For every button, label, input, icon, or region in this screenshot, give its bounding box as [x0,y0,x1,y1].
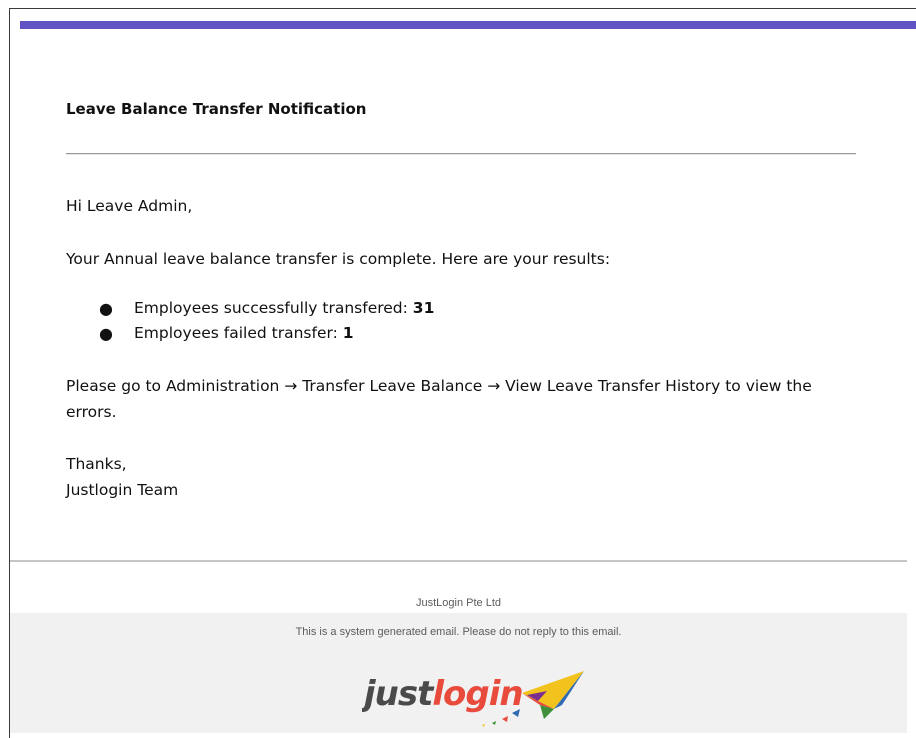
result-label: Employees failed transfer: [134,324,343,342]
signature-text: Justlogin Team [66,481,179,499]
logo-text-login: login [432,674,522,714]
results-list: ● Employees successfully transfered: 31 … [66,296,434,346]
list-item: ● Employees failed transfer: 1 [66,321,434,346]
result-value: 1 [342,324,354,342]
footer-note: This is a system generated email. Please… [295,626,622,638]
result-value: 31 [412,299,435,317]
greeting-text: Hi Leave Admin, [66,197,193,215]
footer-divider [10,560,907,562]
bullet-icon: ● [99,299,113,318]
list-item: ● Employees successfully transfered: 31 [66,296,434,321]
email-title: Leave Balance Transfer Notification [66,100,367,118]
justlogin-logo: justlogin [362,671,584,727]
footer-company: JustLogin Pte Ltd [415,597,501,609]
sign-off-text: Thanks, [66,455,127,473]
email-header-bar [20,21,916,29]
bullet-icon: ● [99,324,113,343]
instructions-text: Please go to Administration → Transfer L… [66,377,812,421]
footer-band: This is a system generated email. Please… [10,613,907,733]
svg-text:justlogin: justlogin [362,674,523,714]
sign-off-block: Thanks, Justlogin Team [66,451,178,503]
result-label: Employees successfully transfered: [134,299,413,317]
title-divider [66,153,856,155]
intro-text: Your Annual leave balance transfer is co… [66,250,611,268]
logo-text-just: just [362,674,435,714]
